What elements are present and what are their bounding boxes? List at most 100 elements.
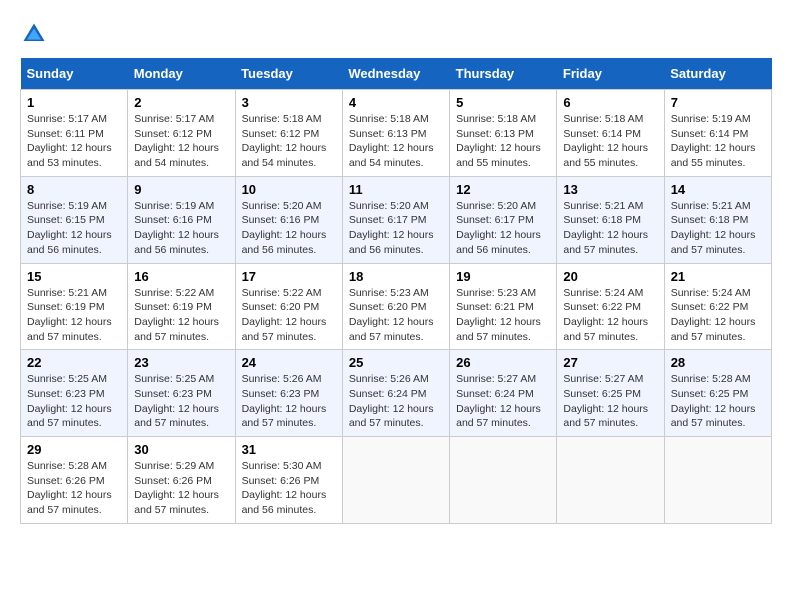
calendar-cell: 5 Sunrise: 5:18 AMSunset: 6:13 PMDayligh…	[450, 90, 557, 177]
calendar-cell	[450, 437, 557, 524]
day-number: 13	[563, 182, 657, 197]
day-info: Sunrise: 5:25 AMSunset: 6:23 PMDaylight:…	[27, 373, 112, 429]
calendar-cell: 4 Sunrise: 5:18 AMSunset: 6:13 PMDayligh…	[342, 90, 449, 177]
calendar-cell: 12 Sunrise: 5:20 AMSunset: 6:17 PMDaylig…	[450, 176, 557, 263]
weekday-header-tuesday: Tuesday	[235, 58, 342, 90]
day-info: Sunrise: 5:18 AMSunset: 6:12 PMDaylight:…	[242, 113, 327, 169]
calendar-cell: 18 Sunrise: 5:23 AMSunset: 6:20 PMDaylig…	[342, 263, 449, 350]
day-info: Sunrise: 5:19 AMSunset: 6:16 PMDaylight:…	[134, 200, 219, 256]
calendar-cell: 6 Sunrise: 5:18 AMSunset: 6:14 PMDayligh…	[557, 90, 664, 177]
logo	[20, 20, 52, 48]
calendar-cell: 24 Sunrise: 5:26 AMSunset: 6:23 PMDaylig…	[235, 350, 342, 437]
day-info: Sunrise: 5:22 AMSunset: 6:19 PMDaylight:…	[134, 287, 219, 343]
day-info: Sunrise: 5:23 AMSunset: 6:20 PMDaylight:…	[349, 287, 434, 343]
day-number: 31	[242, 442, 336, 457]
day-number: 30	[134, 442, 228, 457]
day-info: Sunrise: 5:27 AMSunset: 6:25 PMDaylight:…	[563, 373, 648, 429]
day-number: 6	[563, 95, 657, 110]
calendar-week-row: 15 Sunrise: 5:21 AMSunset: 6:19 PMDaylig…	[21, 263, 772, 350]
logo-icon	[20, 20, 48, 48]
calendar-cell: 7 Sunrise: 5:19 AMSunset: 6:14 PMDayligh…	[664, 90, 771, 177]
calendar-cell: 30 Sunrise: 5:29 AMSunset: 6:26 PMDaylig…	[128, 437, 235, 524]
calendar-cell: 3 Sunrise: 5:18 AMSunset: 6:12 PMDayligh…	[235, 90, 342, 177]
calendar-cell: 22 Sunrise: 5:25 AMSunset: 6:23 PMDaylig…	[21, 350, 128, 437]
day-number: 27	[563, 355, 657, 370]
calendar-week-row: 29 Sunrise: 5:28 AMSunset: 6:26 PMDaylig…	[21, 437, 772, 524]
day-info: Sunrise: 5:24 AMSunset: 6:22 PMDaylight:…	[563, 287, 648, 343]
weekday-header-row: SundayMondayTuesdayWednesdayThursdayFrid…	[21, 58, 772, 90]
day-info: Sunrise: 5:23 AMSunset: 6:21 PMDaylight:…	[456, 287, 541, 343]
day-number: 28	[671, 355, 765, 370]
day-number: 4	[349, 95, 443, 110]
day-info: Sunrise: 5:21 AMSunset: 6:18 PMDaylight:…	[563, 200, 648, 256]
weekday-header-thursday: Thursday	[450, 58, 557, 90]
calendar-table: SundayMondayTuesdayWednesdayThursdayFrid…	[20, 58, 772, 524]
day-info: Sunrise: 5:25 AMSunset: 6:23 PMDaylight:…	[134, 373, 219, 429]
calendar-cell: 10 Sunrise: 5:20 AMSunset: 6:16 PMDaylig…	[235, 176, 342, 263]
weekday-header-friday: Friday	[557, 58, 664, 90]
day-info: Sunrise: 5:22 AMSunset: 6:20 PMDaylight:…	[242, 287, 327, 343]
calendar-cell: 14 Sunrise: 5:21 AMSunset: 6:18 PMDaylig…	[664, 176, 771, 263]
day-number: 18	[349, 269, 443, 284]
day-info: Sunrise: 5:28 AMSunset: 6:25 PMDaylight:…	[671, 373, 756, 429]
day-number: 3	[242, 95, 336, 110]
day-number: 9	[134, 182, 228, 197]
day-info: Sunrise: 5:19 AMSunset: 6:14 PMDaylight:…	[671, 113, 756, 169]
day-number: 17	[242, 269, 336, 284]
day-info: Sunrise: 5:19 AMSunset: 6:15 PMDaylight:…	[27, 200, 112, 256]
calendar-cell: 28 Sunrise: 5:28 AMSunset: 6:25 PMDaylig…	[664, 350, 771, 437]
day-number: 1	[27, 95, 121, 110]
calendar-cell: 16 Sunrise: 5:22 AMSunset: 6:19 PMDaylig…	[128, 263, 235, 350]
day-number: 7	[671, 95, 765, 110]
calendar-cell: 29 Sunrise: 5:28 AMSunset: 6:26 PMDaylig…	[21, 437, 128, 524]
day-info: Sunrise: 5:24 AMSunset: 6:22 PMDaylight:…	[671, 287, 756, 343]
day-info: Sunrise: 5:26 AMSunset: 6:24 PMDaylight:…	[349, 373, 434, 429]
day-number: 25	[349, 355, 443, 370]
calendar-cell: 15 Sunrise: 5:21 AMSunset: 6:19 PMDaylig…	[21, 263, 128, 350]
calendar-cell	[557, 437, 664, 524]
calendar-cell: 17 Sunrise: 5:22 AMSunset: 6:20 PMDaylig…	[235, 263, 342, 350]
day-number: 8	[27, 182, 121, 197]
day-info: Sunrise: 5:17 AMSunset: 6:11 PMDaylight:…	[27, 113, 112, 169]
calendar-cell: 20 Sunrise: 5:24 AMSunset: 6:22 PMDaylig…	[557, 263, 664, 350]
day-number: 16	[134, 269, 228, 284]
weekday-header-sunday: Sunday	[21, 58, 128, 90]
day-number: 15	[27, 269, 121, 284]
day-number: 5	[456, 95, 550, 110]
weekday-header-monday: Monday	[128, 58, 235, 90]
day-info: Sunrise: 5:21 AMSunset: 6:18 PMDaylight:…	[671, 200, 756, 256]
day-info: Sunrise: 5:18 AMSunset: 6:13 PMDaylight:…	[456, 113, 541, 169]
calendar-cell: 27 Sunrise: 5:27 AMSunset: 6:25 PMDaylig…	[557, 350, 664, 437]
calendar-cell	[342, 437, 449, 524]
day-info: Sunrise: 5:26 AMSunset: 6:23 PMDaylight:…	[242, 373, 327, 429]
calendar-cell: 31 Sunrise: 5:30 AMSunset: 6:26 PMDaylig…	[235, 437, 342, 524]
day-number: 21	[671, 269, 765, 284]
day-number: 10	[242, 182, 336, 197]
day-info: Sunrise: 5:18 AMSunset: 6:14 PMDaylight:…	[563, 113, 648, 169]
calendar-week-row: 1 Sunrise: 5:17 AMSunset: 6:11 PMDayligh…	[21, 90, 772, 177]
day-number: 24	[242, 355, 336, 370]
calendar-week-row: 8 Sunrise: 5:19 AMSunset: 6:15 PMDayligh…	[21, 176, 772, 263]
calendar-cell: 11 Sunrise: 5:20 AMSunset: 6:17 PMDaylig…	[342, 176, 449, 263]
day-number: 20	[563, 269, 657, 284]
header	[20, 20, 772, 48]
day-number: 2	[134, 95, 228, 110]
calendar-cell: 2 Sunrise: 5:17 AMSunset: 6:12 PMDayligh…	[128, 90, 235, 177]
day-info: Sunrise: 5:29 AMSunset: 6:26 PMDaylight:…	[134, 460, 219, 516]
day-number: 29	[27, 442, 121, 457]
day-number: 14	[671, 182, 765, 197]
day-number: 22	[27, 355, 121, 370]
day-number: 23	[134, 355, 228, 370]
day-info: Sunrise: 5:18 AMSunset: 6:13 PMDaylight:…	[349, 113, 434, 169]
calendar-cell: 19 Sunrise: 5:23 AMSunset: 6:21 PMDaylig…	[450, 263, 557, 350]
day-number: 26	[456, 355, 550, 370]
day-info: Sunrise: 5:21 AMSunset: 6:19 PMDaylight:…	[27, 287, 112, 343]
day-info: Sunrise: 5:30 AMSunset: 6:26 PMDaylight:…	[242, 460, 327, 516]
calendar-cell: 1 Sunrise: 5:17 AMSunset: 6:11 PMDayligh…	[21, 90, 128, 177]
day-info: Sunrise: 5:20 AMSunset: 6:16 PMDaylight:…	[242, 200, 327, 256]
calendar-cell: 9 Sunrise: 5:19 AMSunset: 6:16 PMDayligh…	[128, 176, 235, 263]
calendar-cell: 8 Sunrise: 5:19 AMSunset: 6:15 PMDayligh…	[21, 176, 128, 263]
day-info: Sunrise: 5:20 AMSunset: 6:17 PMDaylight:…	[456, 200, 541, 256]
calendar-cell	[664, 437, 771, 524]
calendar-cell: 26 Sunrise: 5:27 AMSunset: 6:24 PMDaylig…	[450, 350, 557, 437]
